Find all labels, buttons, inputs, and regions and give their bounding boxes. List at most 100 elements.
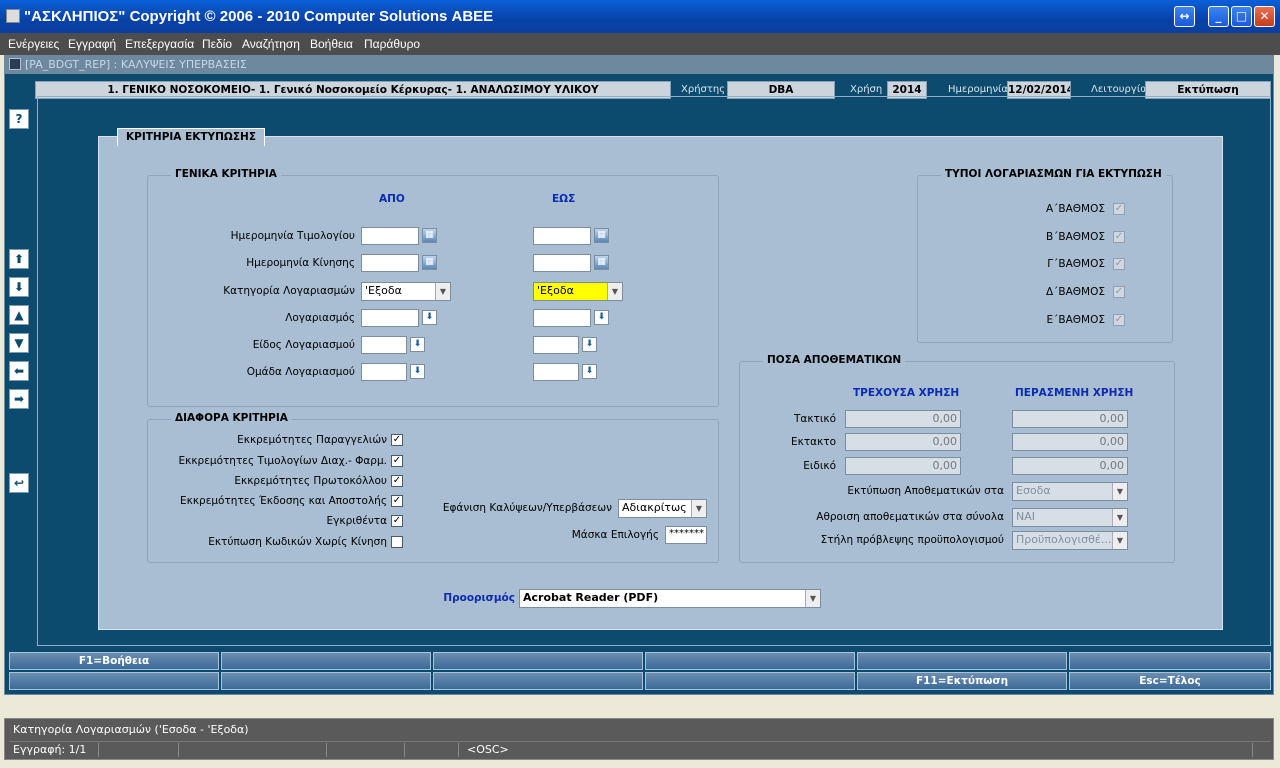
calendar-icon[interactable]: ▦ [422,255,437,270]
print-criteria-tab[interactable]: ΚΡΙΤΗΡΙΑ ΕΚΤΥΠΩΣΗΣ [117,128,265,146]
undo-button[interactable]: ↩ [9,473,29,493]
maximize-button[interactable]: □ [1231,6,1252,27]
print-codes-checkbox[interactable] [391,536,403,548]
selection-mask-input[interactable]: ******* [665,526,707,544]
fkey-slot[interactable] [433,652,643,670]
destination-value: Acrobat Reader (PDF) [523,591,659,604]
status-bar: Κατηγορία Λογαριασμών ('Εσοδα - 'Εξοδα) … [4,718,1274,760]
fkey-slot[interactable] [645,672,855,690]
degree-b-label: Β΄ΒΑΘΜΟΣ [1045,231,1105,243]
fkey-slot[interactable] [645,652,855,670]
record-indicator: Εγγραφή: 1/1 [9,743,99,757]
menu-help[interactable]: Βοήθεια [310,37,353,51]
account-from-input[interactable] [361,309,419,327]
degree-e-checkbox[interactable]: ✓ [1113,314,1125,326]
extraordinary-previous-field: 0,00 [1012,433,1128,451]
module-icon [9,58,21,70]
account-category-from-select[interactable]: 'Εξοδα ▼ [361,282,451,301]
lov-down-icon[interactable]: ⬇ [582,337,597,352]
fkey-help[interactable]: F1=Βοήθεια [9,652,219,670]
help-button[interactable]: ? [9,109,29,129]
fkey-slot[interactable] [221,672,431,690]
destination-label: Προορισμός [443,592,515,604]
lov-down-icon[interactable]: ⬇ [422,310,437,325]
menu-search[interactable]: Αναζήτηση [242,37,300,51]
fkey-slot[interactable] [221,652,431,670]
degree-e-label: Ε΄ΒΑΘΜΟΣ [1046,314,1106,326]
destination-select[interactable]: Acrobat Reader (PDF) ▼ [519,589,821,608]
account-label: Λογαριασμός [285,312,355,324]
degree-d-checkbox[interactable]: ✓ [1113,286,1125,298]
display-coverage-value: Αδιακρίτως [622,501,687,514]
pending-invoices-checkbox[interactable]: ✓ [391,455,403,467]
general-criteria-title: ΓΕΝΙΚΑ ΚΡΙΤΗΡΙΑ [171,168,281,180]
account-group-to-input[interactable] [533,363,579,381]
budget-column-label: Στήλη πρόβλεψης προϋπολογισμού [820,534,1004,546]
close-button[interactable]: ✕ [1254,6,1275,27]
previous-record-button[interactable]: ▲ [9,305,29,325]
fkey-print[interactable]: F11=Εκτύπωση [857,672,1067,690]
chevron-down-icon[interactable]: ▼ [607,283,622,300]
lov-down-icon[interactable]: ⬇ [410,364,425,379]
account-kind-to-input[interactable] [533,336,579,354]
account-group-from-input[interactable] [361,363,407,381]
chevron-down-icon[interactable]: ▼ [1112,509,1127,526]
chevron-down-icon[interactable]: ▼ [435,283,450,300]
minimize-button[interactable]: _ [1208,6,1229,27]
degree-c-checkbox[interactable]: ✓ [1113,258,1125,270]
invoice-date-to-input[interactable] [533,227,591,245]
approved-label: Εγκριθέντα [326,515,387,527]
chevron-down-icon[interactable]: ▼ [1112,483,1127,500]
display-coverage-select[interactable]: Αδιακρίτως ▼ [618,499,707,518]
invoice-date-from-input[interactable] [361,227,419,245]
calendar-icon[interactable]: ▦ [594,228,609,243]
menu-actions[interactable]: Ενέργειες [8,37,59,51]
fkey-exit[interactable]: Esc=Τέλος [1069,672,1271,690]
lov-down-icon[interactable]: ⬇ [594,310,609,325]
last-record-button[interactable]: ⬇ [9,277,29,297]
print-reserves-select[interactable]: Εσοδα ▼ [1012,482,1128,501]
display-coverage-label: Εφάνιση Καλύψεων/Υπερβάσεων [442,502,612,514]
pending-protocol-checkbox[interactable]: ✓ [391,475,403,487]
sum-reserves-label: Αθροιση αποθεματικών στα σύνολα [816,511,1004,523]
account-category-to-select[interactable]: 'Εξοδα ▼ [533,282,623,301]
restore-size-icon[interactable]: ↔ [1174,6,1195,27]
menu-window[interactable]: Παράθυρο [364,37,420,51]
movement-date-from-input[interactable] [361,254,419,272]
print-criteria-panel: ΓΕΝΙΚΑ ΚΡΙΤΗΡΙΑ ΑΠΟ ΕΩΣ Ημερομηνία Τιμολ… [98,136,1223,630]
account-category-from-value: 'Εξοδα [365,284,402,297]
fkey-slot[interactable] [433,672,643,690]
fkey-slot[interactable] [9,672,219,690]
window-title: "ΑΣΚΛΗΠΙΟΣ" Copyright © 2006 - 2010 Comp… [24,8,494,25]
approved-checkbox[interactable]: ✓ [391,515,403,527]
calendar-icon[interactable]: ▦ [422,228,437,243]
menu-record[interactable]: Εγγραφή [68,37,116,51]
status-cell [329,743,405,757]
title-bar: "ΑΣΚΛΗΠΙΟΣ" Copyright © 2006 - 2010 Comp… [0,0,1280,33]
previous-block-button[interactable]: ⬅ [9,361,29,381]
movement-date-to-input[interactable] [533,254,591,272]
account-category-to-value: 'Εξοδα [537,284,574,297]
chevron-down-icon[interactable]: ▼ [691,500,706,517]
chevron-down-icon[interactable]: ▼ [805,590,820,607]
menu-edit[interactable]: Επεξεργασία [125,37,194,51]
menu-field[interactable]: Πεδίο [202,37,232,51]
degree-a-checkbox[interactable]: ✓ [1113,203,1125,215]
budget-column-select[interactable]: Προϋπολογισθέ... ▼ [1012,531,1128,550]
special-previous-field: 0,00 [1012,457,1128,475]
sum-reserves-select[interactable]: ΝΑΙ ▼ [1012,508,1128,527]
account-to-input[interactable] [533,309,591,327]
pending-issue-checkbox[interactable]: ✓ [391,495,403,507]
degree-b-checkbox[interactable]: ✓ [1113,231,1125,243]
next-block-button[interactable]: ➡ [9,389,29,409]
fkey-slot[interactable] [1069,652,1271,670]
calendar-icon[interactable]: ▦ [594,255,609,270]
pending-orders-checkbox[interactable]: ✓ [391,434,403,446]
next-record-button[interactable]: ▼ [9,333,29,353]
lov-down-icon[interactable]: ⬇ [410,337,425,352]
account-kind-from-input[interactable] [361,336,407,354]
first-record-button[interactable]: ⬆ [9,249,29,269]
chevron-down-icon[interactable]: ▼ [1112,532,1127,549]
fkey-slot[interactable] [857,652,1067,670]
lov-down-icon[interactable]: ⬇ [582,364,597,379]
